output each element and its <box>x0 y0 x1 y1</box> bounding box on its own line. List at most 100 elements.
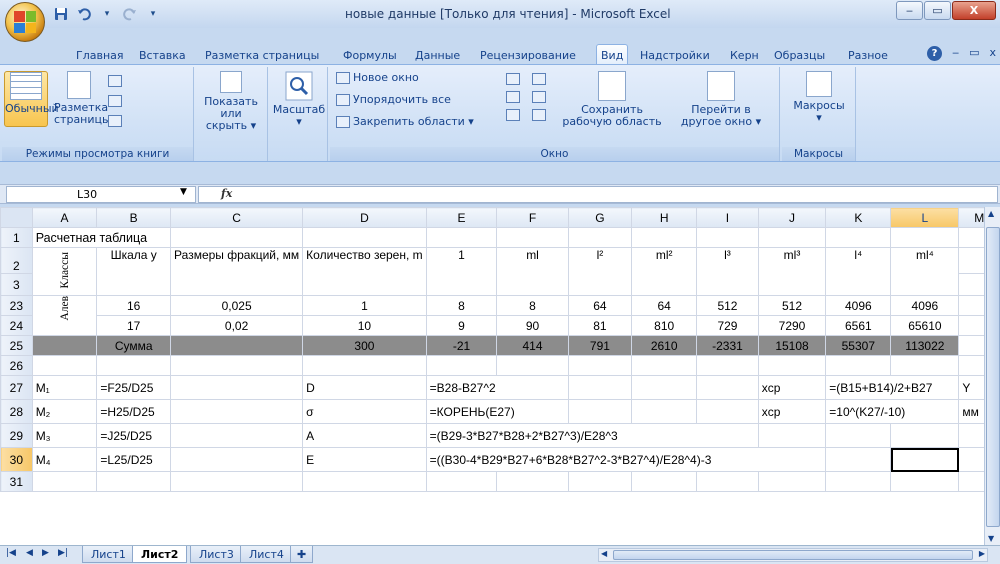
cell-i25[interactable]: -2331 <box>696 335 759 356</box>
split-icon[interactable] <box>506 73 520 85</box>
cell-e1[interactable] <box>425 227 498 248</box>
row-header-26[interactable]: 26 <box>0 355 33 376</box>
row-header-2[interactable]: 2 <box>0 247 33 274</box>
cell-i28[interactable] <box>696 399 759 424</box>
cell-k29[interactable] <box>825 423 892 448</box>
cell-l2[interactable]: ml⁴ <box>890 247 960 296</box>
cell-g1[interactable] <box>567 227 633 248</box>
cell-e29[interactable]: =(B29-3*B27*B28+2*B27^3)/E28^3 <box>425 423 759 448</box>
cell-f31[interactable] <box>496 471 569 492</box>
cell-h26[interactable] <box>631 355 698 376</box>
cell-i26[interactable] <box>696 355 759 376</box>
cell-a2[interactable]: Классы <box>31 247 98 296</box>
close-workbook-icon[interactable]: x <box>989 46 996 61</box>
cell-d25[interactable]: 300 <box>302 335 427 356</box>
tab-kern[interactable]: Керн <box>730 46 759 65</box>
custom-views-icon[interactable] <box>108 95 122 107</box>
cell-h2[interactable]: ml² <box>631 247 698 296</box>
cell-c27[interactable] <box>170 375 304 400</box>
tab-samples[interactable]: Образцы <box>774 46 825 65</box>
cell-l24[interactable]: 65610 <box>890 315 960 336</box>
cell-g28[interactable] <box>567 399 633 424</box>
vertical-scrollbar[interactable]: ▲ ▼ <box>984 207 1000 545</box>
sheet-tab-1[interactable]: Лист1 <box>82 546 135 563</box>
worksheet-grid[interactable]: A B C D E F G H I J K L M 1 Расчетная та… <box>0 207 1000 545</box>
row-header-30[interactable]: 30 <box>0 447 33 472</box>
cell-h27[interactable] <box>631 375 698 400</box>
cell-g2[interactable]: l² <box>567 247 633 296</box>
cell-d1[interactable] <box>302 227 427 248</box>
minimize-workbook-icon[interactable]: ‒ <box>952 46 959 61</box>
redo-icon[interactable] <box>121 5 139 22</box>
row-header-23[interactable]: 23 <box>0 295 33 316</box>
view-side-by-side-icon[interactable] <box>532 73 546 85</box>
sheet-tab-4[interactable]: Лист4 <box>240 546 293 563</box>
cell-l31[interactable] <box>890 471 960 492</box>
cell-f25[interactable]: 414 <box>496 335 569 356</box>
row-header-27[interactable]: 27 <box>0 375 33 400</box>
col-header-l[interactable]: L <box>890 207 960 228</box>
sync-scroll-icon[interactable] <box>532 91 546 103</box>
macros-button[interactable]: Макросы ▾ <box>786 71 852 141</box>
row-header-28[interactable]: 28 <box>0 399 33 424</box>
cell-g25[interactable]: 791 <box>567 335 633 356</box>
reset-position-icon[interactable] <box>532 109 546 121</box>
tab-addins[interactable]: Надстройки <box>640 46 710 65</box>
col-header-a[interactable]: A <box>31 207 98 228</box>
name-box[interactable]: L30 <box>6 186 196 203</box>
cell-l25[interactable]: 113022 <box>890 335 960 356</box>
col-header-c[interactable]: C <box>170 207 304 228</box>
sheet-tab-2[interactable]: Лист2 <box>132 546 188 563</box>
arrange-all-button[interactable]: Упорядочить все <box>336 93 451 106</box>
cell-f1[interactable] <box>496 227 569 248</box>
cell-f23[interactable]: 8 <box>496 295 569 316</box>
cell-k27[interactable]: =(B15+B14)/2+B27 <box>825 375 960 400</box>
cell-i27[interactable] <box>696 375 759 400</box>
hide-icon[interactable] <box>506 91 520 103</box>
col-header-b[interactable]: B <box>96 207 172 228</box>
cell-c29[interactable] <box>170 423 304 448</box>
cell-k26[interactable] <box>825 355 892 376</box>
col-header-j[interactable]: J <box>757 207 827 228</box>
cell-g27[interactable] <box>567 375 633 400</box>
tab-misc[interactable]: Разное <box>848 46 888 65</box>
cell-a30[interactable]: M₄ <box>31 447 98 472</box>
last-sheet-icon[interactable]: ▶| <box>58 548 68 558</box>
cell-b28[interactable]: =H25/D25 <box>96 399 172 424</box>
maximize-button[interactable]: ▭ <box>924 1 951 20</box>
cell-j23[interactable]: 512 <box>757 295 827 316</box>
row-header-31[interactable]: 31 <box>0 471 33 492</box>
cell-i31[interactable] <box>696 471 759 492</box>
row-header-1[interactable]: 1 <box>0 227 33 248</box>
cell-a23[interactable]: Алев <box>31 295 98 336</box>
cell-a31[interactable] <box>31 471 98 492</box>
cell-e23[interactable]: 8 <box>425 295 498 316</box>
cell-a26[interactable] <box>31 355 98 376</box>
cell-e30[interactable]: =((B30-4*B29*B27+6*B28*B27^2-3*B27^4)/E2… <box>425 447 827 472</box>
zoom-button[interactable]: Масштаб ▾ <box>272 71 326 141</box>
cell-a28[interactable]: M₂ <box>31 399 98 424</box>
tab-home[interactable]: Главная <box>76 46 124 65</box>
cell-e27[interactable]: =B28-B27^2 <box>425 375 569 400</box>
cell-k25[interactable]: 55307 <box>825 335 892 356</box>
cell-h1[interactable] <box>631 227 698 248</box>
row-header-29[interactable]: 29 <box>0 423 33 448</box>
col-header-f[interactable]: F <box>496 207 569 228</box>
cell-c28[interactable] <box>170 399 304 424</box>
dropdown-icon[interactable]: ▾ <box>98 5 116 22</box>
tab-insert[interactable]: Вставка <box>139 46 186 65</box>
cell-j2[interactable]: ml³ <box>757 247 827 296</box>
tab-view[interactable]: Вид <box>596 44 629 65</box>
cell-a29[interactable]: M₃ <box>31 423 98 448</box>
qat-customize-icon[interactable]: ▾ <box>144 5 162 22</box>
cell-b2[interactable]: Шкала y <box>96 247 172 296</box>
cell-d30[interactable]: E <box>302 447 427 472</box>
freeze-panes-button[interactable]: Закрепить области ▾ <box>336 115 474 128</box>
tab-data[interactable]: Данные <box>415 46 460 65</box>
name-box-dropdown-icon[interactable]: ▼ <box>180 187 187 197</box>
vertical-scroll-thumb[interactable] <box>986 227 1000 527</box>
col-header-d[interactable]: D <box>302 207 427 228</box>
cell-e25[interactable]: -21 <box>425 335 498 356</box>
help-icon[interactable]: ? <box>927 46 943 61</box>
col-header-g[interactable]: G <box>567 207 633 228</box>
